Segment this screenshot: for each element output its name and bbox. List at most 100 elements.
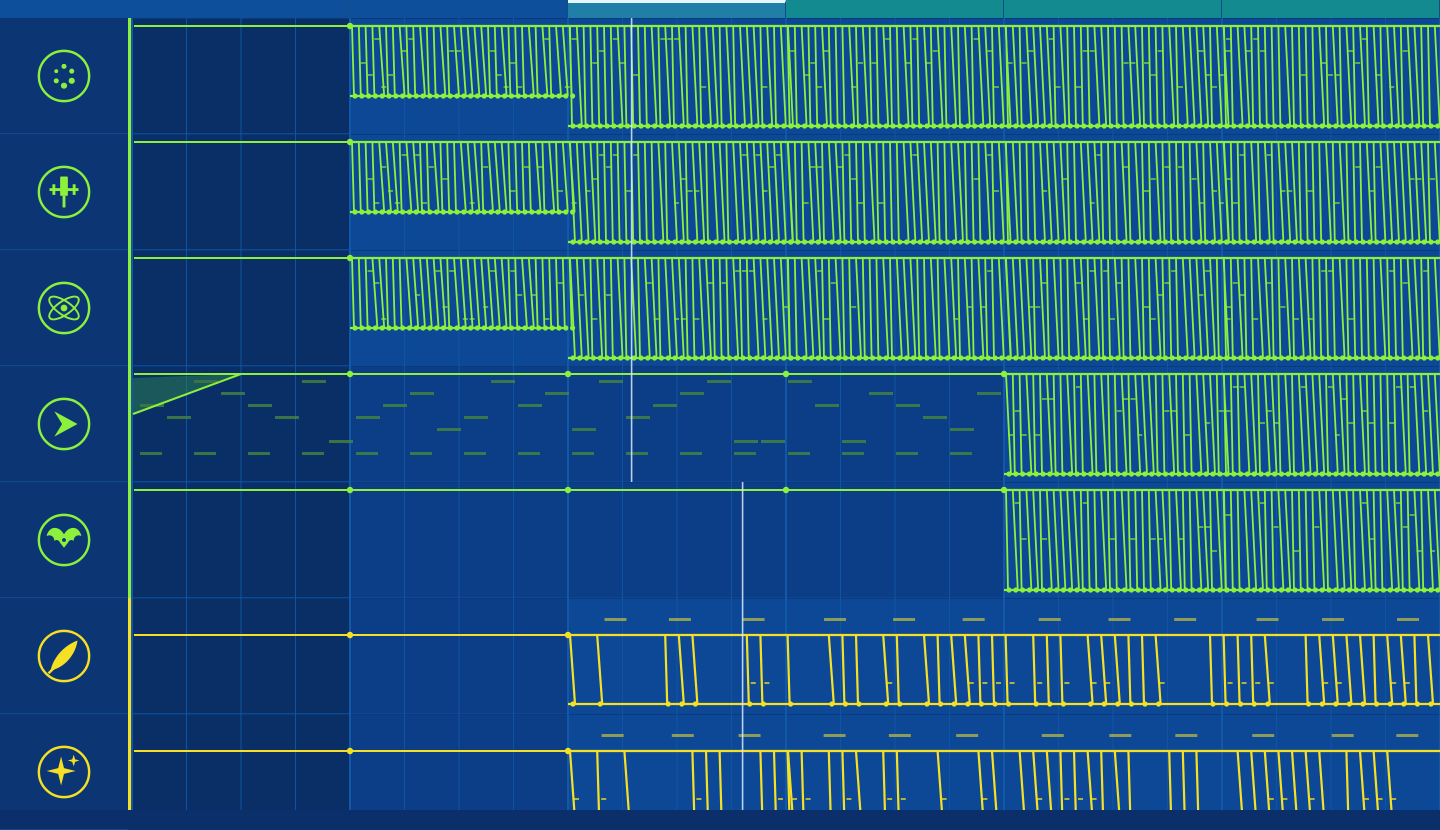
pattern-tick bbox=[428, 166, 434, 168]
pattern-canvas[interactable] bbox=[128, 18, 1440, 810]
pattern-tick bbox=[1116, 410, 1122, 412]
track-color-strip bbox=[128, 598, 131, 714]
timeline-section-4[interactable] bbox=[786, 0, 1004, 18]
pattern-tick bbox=[510, 190, 516, 192]
pattern-tick bbox=[1157, 538, 1163, 540]
pattern-tick bbox=[653, 318, 659, 320]
pattern-tick bbox=[574, 798, 579, 800]
pattern-chord bbox=[604, 618, 627, 621]
sequencer-grid[interactable] bbox=[128, 18, 1440, 810]
pattern-tick bbox=[1035, 306, 1041, 308]
ghost-note bbox=[410, 392, 434, 395]
pattern-tick bbox=[1130, 398, 1136, 400]
ghost-note bbox=[653, 404, 677, 407]
pattern-tick bbox=[762, 86, 768, 88]
pattern-tick bbox=[973, 38, 979, 40]
pattern-tick bbox=[696, 798, 702, 800]
pattern-tick bbox=[1062, 178, 1068, 180]
pattern-tick bbox=[1416, 550, 1422, 552]
pattern-tick bbox=[1232, 282, 1238, 284]
ghost-note bbox=[815, 404, 839, 407]
pattern-tick bbox=[1055, 86, 1061, 88]
pattern-tick bbox=[1391, 682, 1397, 684]
pattern-tick bbox=[1042, 190, 1047, 192]
pattern-tick bbox=[1082, 318, 1088, 320]
pattern-tick bbox=[606, 166, 611, 168]
timeline-section-6[interactable] bbox=[1222, 0, 1440, 18]
pattern-tick bbox=[680, 318, 686, 320]
ghost-note bbox=[410, 452, 432, 455]
track-sidebar bbox=[0, 18, 128, 830]
bat-wings-icon bbox=[37, 513, 91, 566]
pattern-tick bbox=[1334, 202, 1340, 204]
pattern-chord bbox=[1256, 618, 1279, 621]
pattern-tick bbox=[633, 74, 639, 76]
track-button-4[interactable] bbox=[0, 366, 128, 482]
pattern-tick bbox=[782, 306, 788, 308]
pattern-tick bbox=[694, 318, 700, 320]
pattern-tick bbox=[824, 318, 829, 320]
track-color-strip bbox=[128, 482, 131, 598]
pattern-tick bbox=[1218, 74, 1224, 76]
pattern-tick bbox=[824, 50, 829, 52]
pattern-tick bbox=[980, 306, 986, 308]
track-button-6[interactable] bbox=[0, 598, 128, 714]
pattern-tick bbox=[1008, 434, 1013, 436]
pattern-tick bbox=[1260, 50, 1265, 52]
pattern-tick bbox=[1396, 386, 1401, 388]
timeline-section-2[interactable] bbox=[350, 0, 568, 18]
pattern-tick bbox=[1198, 526, 1204, 528]
dotted-circle-icon bbox=[37, 49, 91, 102]
ghost-note bbox=[491, 380, 515, 383]
pattern-tick bbox=[571, 38, 577, 40]
pattern-tick bbox=[1159, 682, 1165, 684]
timeline-ruler[interactable] bbox=[0, 0, 1440, 18]
ghost-note bbox=[383, 404, 407, 407]
timeline-section-1[interactable] bbox=[0, 0, 350, 18]
pattern-tick bbox=[1089, 270, 1095, 272]
pattern-chord bbox=[1252, 734, 1275, 737]
track-button-7[interactable] bbox=[0, 714, 128, 830]
ghost-note bbox=[896, 452, 918, 455]
pattern-tick bbox=[1035, 434, 1041, 436]
track-button-5[interactable] bbox=[0, 482, 128, 598]
pattern-tick bbox=[367, 178, 373, 180]
pattern-tick bbox=[776, 154, 781, 156]
pattern-tick bbox=[592, 318, 598, 320]
pattern-tick bbox=[408, 38, 414, 40]
pattern-tick bbox=[1225, 318, 1231, 320]
ghost-note bbox=[356, 452, 378, 455]
pattern-chord bbox=[888, 734, 911, 737]
pattern-tick bbox=[415, 154, 421, 156]
pattern-tick bbox=[503, 86, 509, 88]
pattern-tick bbox=[1130, 538, 1136, 540]
ghost-note bbox=[464, 416, 488, 419]
pattern-tick bbox=[830, 282, 836, 284]
pattern-tick bbox=[592, 62, 598, 64]
pattern-tick bbox=[1218, 410, 1224, 412]
pattern-chord bbox=[1322, 618, 1345, 621]
ghost-note bbox=[545, 392, 569, 395]
pattern-tick bbox=[1391, 798, 1397, 800]
timeline-section-3[interactable] bbox=[568, 0, 786, 18]
pattern-tick bbox=[941, 798, 947, 800]
pattern-tick bbox=[790, 50, 795, 52]
pattern-tick bbox=[1037, 682, 1043, 684]
track-button-1[interactable] bbox=[0, 18, 128, 134]
pattern-chord bbox=[1397, 618, 1420, 621]
pattern-tick bbox=[1076, 86, 1081, 88]
pattern-tick bbox=[1110, 538, 1115, 540]
track-button-2[interactable] bbox=[0, 134, 128, 250]
pattern-tick bbox=[1116, 282, 1122, 284]
pattern-tick bbox=[1389, 422, 1395, 424]
track-button-3[interactable] bbox=[0, 250, 128, 366]
pattern-tick bbox=[456, 50, 461, 52]
pattern-tick bbox=[612, 38, 618, 40]
pattern-tick bbox=[1294, 550, 1299, 552]
pattern-tick bbox=[1042, 538, 1047, 540]
bar-marker bbox=[346, 370, 354, 378]
pattern-tick bbox=[449, 50, 455, 52]
pattern-tick bbox=[769, 166, 775, 168]
timeline-section-5[interactable] bbox=[1004, 0, 1222, 18]
pattern-tick bbox=[1226, 306, 1231, 308]
